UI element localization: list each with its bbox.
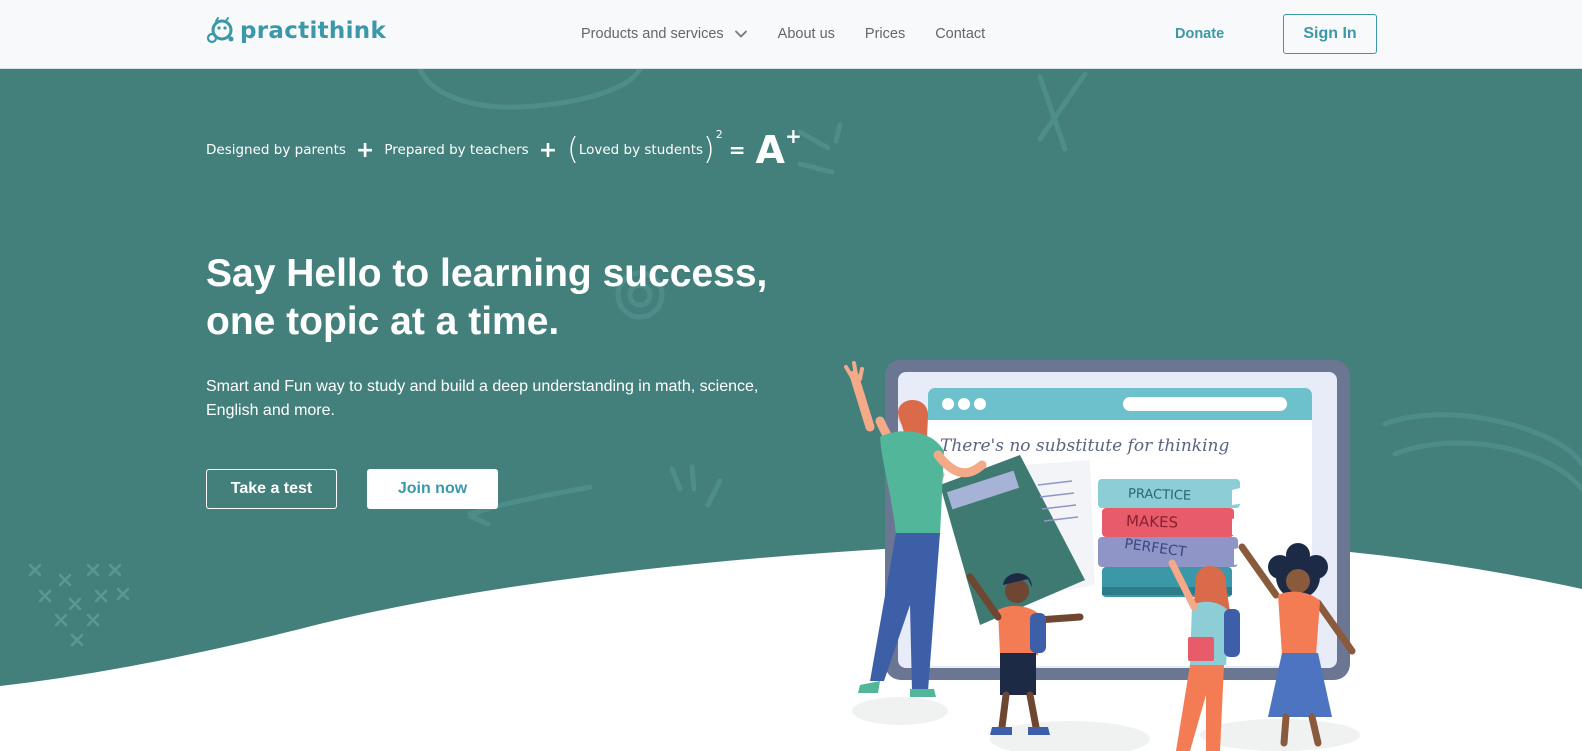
headline-line-2: one topic at a time. xyxy=(206,300,560,343)
main-nav: Products and services About us Prices Co… xyxy=(581,26,1015,42)
hero-subtext: Smart and Fun way to study and build a d… xyxy=(206,378,759,419)
formula-part-students: Loved by students xyxy=(578,142,704,158)
book-label-practice: PRACTICE xyxy=(1128,487,1192,504)
value-formula: Designed by parents + Prepared by teache… xyxy=(206,124,802,172)
open-paren-glyph: ( xyxy=(567,132,579,167)
hero-headline: Say Hello to learning success, one topic… xyxy=(206,250,846,346)
donate-link[interactable]: Donate xyxy=(1175,26,1224,42)
chevron-down-icon xyxy=(734,30,747,38)
formula-part-parents: Designed by parents xyxy=(206,142,346,158)
plus-icon: + xyxy=(538,137,558,163)
equals-icon: = xyxy=(728,138,746,162)
screen-text: There's no substitute for thinking xyxy=(940,436,1229,456)
logo-icon xyxy=(206,17,234,44)
join-now-button[interactable]: Join now xyxy=(367,469,498,509)
nav-item-prices[interactable]: Prices xyxy=(865,26,905,42)
nav-item-label: Contact xyxy=(935,26,986,42)
logo[interactable]: practithink xyxy=(206,16,386,46)
formula-part-teachers: Prepared by teachers xyxy=(384,142,529,158)
headline-line-1: Say Hello to learning success, xyxy=(206,252,768,295)
close-paren-glyph: ) xyxy=(703,132,715,167)
nav-item-contact[interactable]: Contact xyxy=(935,26,985,42)
sign-in-button[interactable]: Sign In xyxy=(1283,14,1377,54)
hero-illustration: There's no substitute for thinking PRACT… xyxy=(844,360,1360,751)
formula-result-sup: + xyxy=(784,124,802,148)
logo-text: practithink xyxy=(240,18,387,44)
book-label-makes: MAKES xyxy=(1126,512,1179,532)
formula-exponent: 2 xyxy=(715,127,723,141)
nav-item-products[interactable]: Products and services xyxy=(581,26,748,42)
nav-item-label: Prices xyxy=(864,26,906,42)
nav-item-about[interactable]: About us xyxy=(778,26,835,42)
site-header: practithink Products and services About … xyxy=(0,0,1582,69)
nav-item-label: Products and services xyxy=(581,26,724,42)
formula-result: A xyxy=(755,128,785,172)
nav-item-label: About us xyxy=(777,26,835,42)
take-a-test-button[interactable]: Take a test xyxy=(206,469,337,509)
plus-icon: + xyxy=(355,137,375,163)
